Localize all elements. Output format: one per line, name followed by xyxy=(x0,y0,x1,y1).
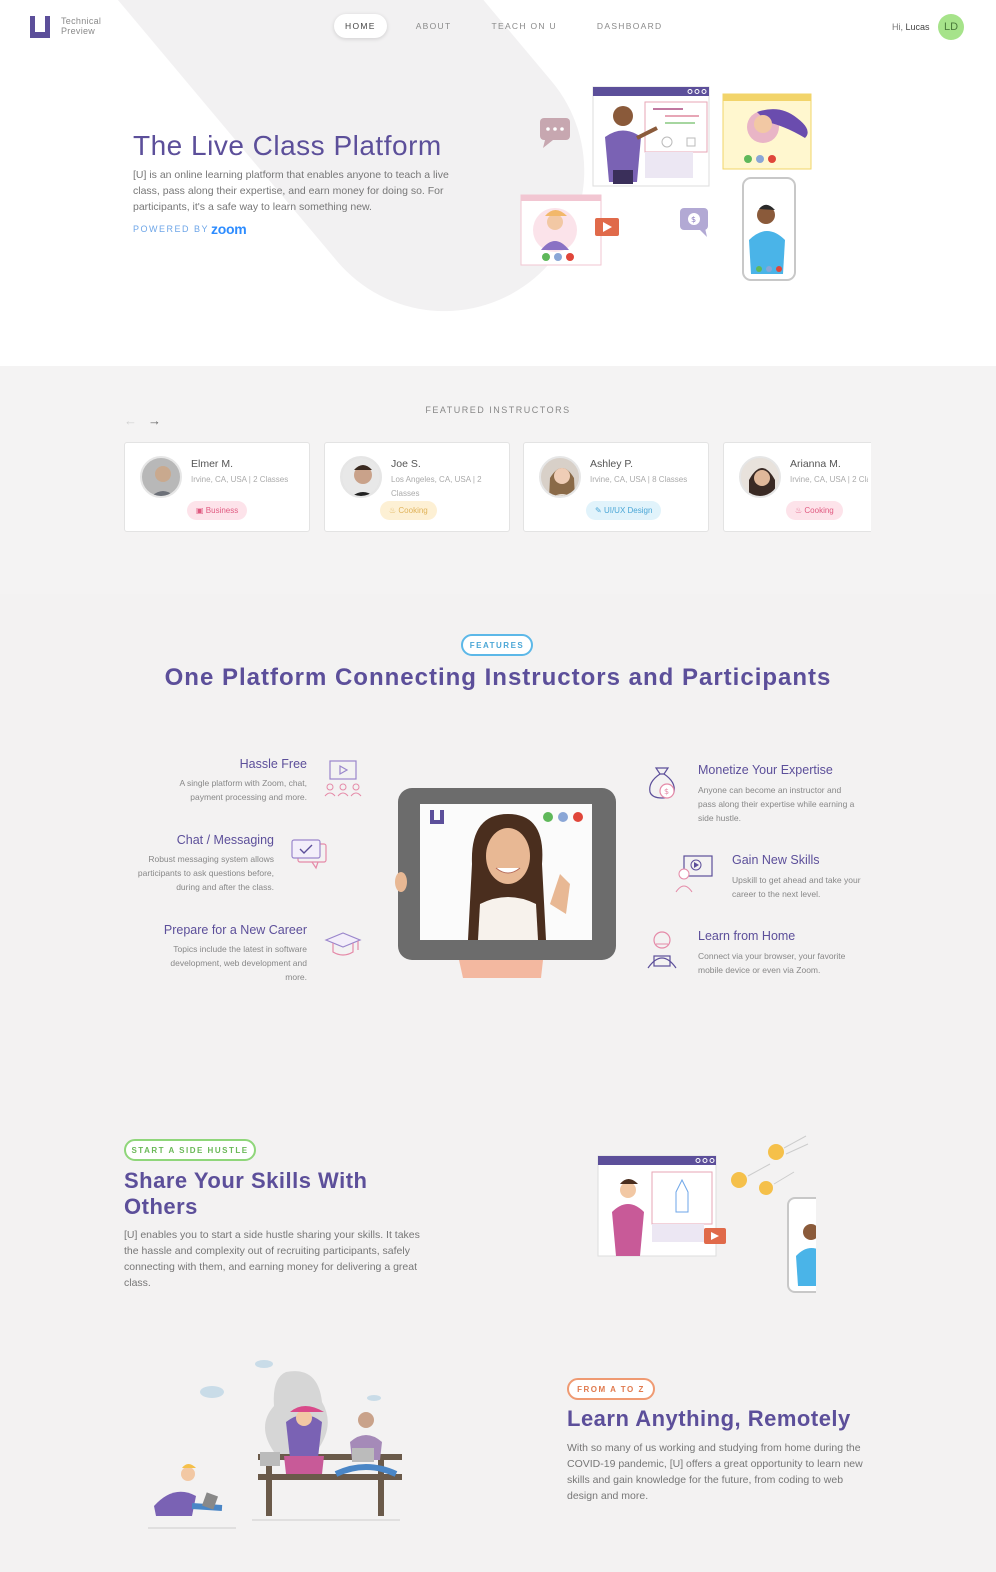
svg-text:$: $ xyxy=(691,215,696,224)
features-title: One Platform Connecting Instructors and … xyxy=(164,664,832,691)
category-tag[interactable]: ♨ Cooking xyxy=(786,501,843,520)
phone-icon xyxy=(742,177,796,281)
a-to-z-title: Learn Anything, Remotely xyxy=(567,1406,851,1431)
logo-text-line2: Preview xyxy=(61,26,96,36)
feature-title-hassle-free: Hassle Free xyxy=(239,757,307,771)
design-tools-icon: ✎ xyxy=(595,506,602,515)
user-greeting: Hi, Lucas xyxy=(892,22,930,32)
powered-by-label: POWERED BY xyxy=(133,224,210,234)
nav-home[interactable]: HOME xyxy=(334,14,387,38)
student-window-pink xyxy=(520,194,602,266)
instructor-name: Joe S. xyxy=(391,458,421,470)
instructor-location: Irvine, CA, USA | 2 Classes xyxy=(191,475,289,484)
instructor-name: Elmer M. xyxy=(191,458,233,470)
tag-label: Business xyxy=(205,506,239,515)
instructor-card[interactable]: Arianna M. Irvine, CA, USA | 2 Classes ♨… xyxy=(723,442,871,532)
hero-illustration: $ xyxy=(520,86,812,281)
nav-dashboard[interactable]: DASHBOARD xyxy=(586,14,674,38)
money-bag-icon: $ xyxy=(649,767,675,799)
feature-title-learn-home: Learn from Home xyxy=(698,929,796,943)
logo-text: Technical Preview xyxy=(61,16,101,36)
feature-desc-hassle-free: A single platform with Zoom, chat, payme… xyxy=(179,778,307,802)
tag-label: UI/UX Design xyxy=(603,506,653,515)
instructor-name: Arianna M. xyxy=(790,458,841,470)
instructor-avatar xyxy=(539,456,581,498)
student-window-yellow xyxy=(722,93,812,170)
online-learning-icon xyxy=(675,855,713,893)
instructor-avatar xyxy=(140,456,182,498)
hero-section: Technical Preview HOME ABOUT TEACH ON U … xyxy=(0,0,996,366)
side-hustle-badge: START A SIDE HUSTLE xyxy=(124,1139,256,1161)
a-to-z-badge: FROM A TO Z xyxy=(567,1378,655,1400)
feature-desc-gain-skills: Upskill to get ahead and take your caree… xyxy=(732,875,861,899)
cooking-pot-icon: ♨ xyxy=(795,506,803,515)
tag-label: Cooking xyxy=(398,506,428,515)
category-tag[interactable]: ✎ UI/UX Design xyxy=(586,501,662,520)
feature-desc-monetize: Anyone can become an instructor and pass… xyxy=(698,785,855,823)
svg-text:$: $ xyxy=(664,787,669,796)
chat-message-icon xyxy=(291,839,327,870)
instructor-avatar xyxy=(340,456,382,498)
zoom-logo: zoom xyxy=(211,221,247,237)
hands-and-skirt xyxy=(395,872,543,978)
side-hustle-description: [U] enables you to start a side hustle s… xyxy=(124,1229,420,1289)
features-badge: FEATURES xyxy=(461,634,533,656)
remote-learner-icon xyxy=(647,931,677,969)
instructor-avatar xyxy=(739,456,781,498)
feature-desc-career: Topics include the latest in software de… xyxy=(170,944,307,982)
nav-about[interactable]: ABOUT xyxy=(405,14,463,38)
user-avatar[interactable]: LD xyxy=(938,14,964,40)
play-icon xyxy=(595,218,619,236)
user-name: Lucas xyxy=(905,22,930,32)
teacher-window xyxy=(592,86,710,187)
presentation-audience-icon xyxy=(324,760,362,797)
instructor-card[interactable]: Elmer M. Irvine, CA, USA | 2 Classes ▣ B… xyxy=(124,442,310,532)
u-logo-icon[interactable] xyxy=(28,15,52,39)
feature-desc-learn-home: Connect via your browser, your favorite … xyxy=(698,951,846,975)
instructor-location: Irvine, CA, USA | 2 Classes xyxy=(790,475,868,484)
a-to-z-description: With so many of us working and studying … xyxy=(567,1442,863,1502)
side-hustle-title: Share Your Skills With Others xyxy=(124,1168,368,1219)
tag-label: Cooking xyxy=(804,506,834,515)
greeting-text: Hi, xyxy=(892,22,903,32)
logo-text-line1: Technical xyxy=(61,16,102,26)
prev-arrow-icon[interactable]: ← xyxy=(124,413,137,428)
money-bubble-icon: $ xyxy=(680,208,708,237)
hero-description: [U] is an online learning platform that … xyxy=(133,169,449,213)
feature-title-monetize: Monetize Your Expertise xyxy=(698,763,833,777)
main-nav: HOME ABOUT TEACH ON U DASHBOARD xyxy=(334,14,691,38)
feature-desc-chat: Robust messaging system allows participa… xyxy=(137,854,274,892)
instructor-name: Ashley P. xyxy=(590,458,633,470)
instructor-card[interactable]: Ashley P. Irvine, CA, USA | 8 Classes ✎ … xyxy=(523,442,709,532)
instructor-location: Irvine, CA, USA | 8 Classes xyxy=(590,475,688,484)
feature-title-gain-skills: Gain New Skills xyxy=(732,853,820,867)
next-arrow-icon[interactable]: → xyxy=(148,413,161,428)
instructor-card[interactable]: Joe S. Los Angeles, CA, USA | 2 Classes … xyxy=(324,442,510,532)
briefcase-icon: ▣ xyxy=(196,506,204,515)
feature-title-career: Prepare for a New Career xyxy=(163,923,307,937)
graduation-cap-icon xyxy=(324,932,362,956)
hero-title: The Live Class Platform xyxy=(133,130,442,161)
feature-title-chat: Chat / Messaging xyxy=(176,833,274,847)
nav-teach[interactable]: TEACH ON U xyxy=(480,14,567,38)
category-tag[interactable]: ▣ Business xyxy=(187,501,248,520)
cooking-pot-icon: ♨ xyxy=(389,506,397,515)
category-tag[interactable]: ♨ Cooking xyxy=(380,501,437,520)
learn-remotely-illustration xyxy=(148,1360,402,1529)
chat-bubble-icon xyxy=(540,118,570,148)
instructor-location: Los Angeles, CA, USA | 2 Classes xyxy=(391,475,482,498)
side-hustle-illustration xyxy=(597,1135,816,1293)
